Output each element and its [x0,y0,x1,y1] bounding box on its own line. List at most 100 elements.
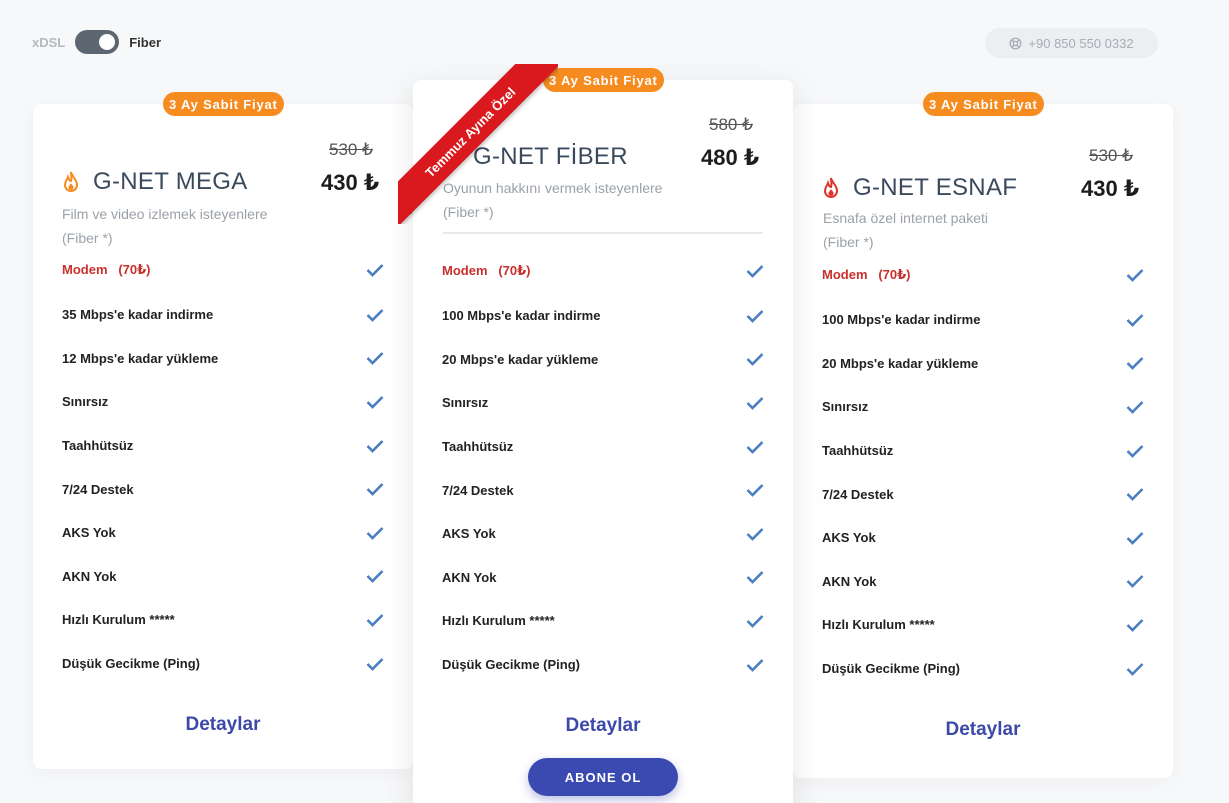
feature-row: Modem (70₺) [62,259,384,281]
check-icon [366,526,384,540]
fixed-price-badge: 3 Ay Sabit Fiyat [923,92,1044,116]
check-icon [366,614,384,627]
feature-label: Hızlı Kurulum ***** [442,613,555,629]
fixed-price-badge: 3 Ay Sabit Fiyat [163,92,284,116]
feature-row: Hızlı Kurulum ***** [62,598,384,642]
old-price: 580 ₺ [709,115,753,134]
leaf-icon [443,148,460,166]
check-icon [746,658,764,672]
feature-row: 100 Mbps'e kadar indirme [442,294,764,338]
check-icon [746,397,764,410]
feature-label: 12 Mbps'e kadar yükleme [62,350,219,366]
feature-row: 100 Mbps'e kadar indirme [822,298,1144,342]
check-icon [1126,575,1144,589]
check-icon [366,439,384,453]
feature-label: Sınırsız [442,395,489,411]
plan-description: Oyunun hakkını vermek isteyenlere (Fiber… [443,176,662,224]
feature-label: Modem (70₺) [442,263,531,278]
old-price: 530 ₺ [329,140,373,159]
feature-row: 35 Mbps'e kadar indirme [62,293,384,337]
feature-row: Düşük Gecikme (Ping) [822,647,1144,691]
check-icon [1126,619,1144,632]
ribbon-fold [398,200,412,214]
feature-row: Düşük Gecikme (Ping) [62,642,384,686]
switch-knob [99,34,116,50]
feature-row: Sınırsız [822,385,1144,429]
check-icon [366,570,384,584]
feature-label: AKN Yok [442,569,497,585]
feature-label: AKS Yok [822,530,876,546]
plan-name: G-NET ESNAF [853,174,1018,201]
check-icon [746,484,764,498]
price: 480 ₺ [701,145,760,170]
check-icon [366,308,384,322]
plan-type-toggle: xDSL Fiber [32,30,161,54]
plan-card-esnaf: 3 Ay Sabit Fiyat 530 ₺ 430 ₺ G-NET ESNAF… [793,92,1173,778]
feature-label: Hızlı Kurulum ***** [62,612,175,628]
feature-label: AKN Yok [62,568,117,584]
plan-card-mega: 3 Ay Sabit Fiyat 530 ₺ 430 ₺ G-NET MEGA … [33,92,413,769]
check-icon [1126,357,1144,371]
plan-description: Esnafa özel internet paketi (Fiber *) [823,206,988,254]
feature-label: Düşük Gecikme (Ping) [822,661,960,677]
feature-row: Sınırsız [442,381,764,425]
check-icon [746,571,764,585]
feature-label: Sınırsız [822,399,869,415]
subscribe-button[interactable]: ABONE OL [528,758,678,796]
feature-label: Hızlı Kurulum ***** [822,617,935,633]
feature-row: AKN Yok [822,560,1144,604]
price: 430 ₺ [321,170,380,195]
feature-list: Modem (70₺) 35 Mbps'e kadar indirme 12 M… [62,259,384,685]
old-price: 530 ₺ [1089,146,1133,165]
check-icon [1126,269,1144,282]
description-line: Oyunun hakkını vermek isteyenlere [443,180,663,196]
plan-title: G-NET FİBER [441,143,628,171]
check-icon [1126,444,1144,458]
phone-contact[interactable]: +90 850 550 0332 [985,28,1158,58]
feature-row: AKS Yok [62,511,384,555]
lifebuoy-icon [1009,37,1022,49]
feature-row: 20 Mbps'e kadar yükleme [822,342,1144,386]
plan-description: Film ve video izlemek isteyenlere (Fiber… [62,202,267,250]
feature-label: 7/24 Destek [442,482,514,498]
feature-row: 20 Mbps'e kadar yükleme [442,338,764,382]
feature-row: Hızlı Kurulum ***** [822,603,1144,647]
feature-label: 7/24 Destek [62,481,134,497]
phone-number: +90 850 550 0332 [1028,35,1134,51]
details-link[interactable]: Detaylar [413,715,793,737]
details-link[interactable]: Detaylar [33,714,413,736]
feature-row: Taahhütsüz [62,424,384,468]
feature-row: AKN Yok [442,556,764,600]
toggle-label-xdsl[interactable]: xDSL [32,35,65,50]
feature-label: Taahhütsüz [822,443,894,459]
feature-label: Taahhütsüz [442,439,514,455]
details-link[interactable]: Detaylar [793,719,1173,741]
description-sub: (Fiber *) [62,230,113,246]
check-icon [1126,401,1144,414]
feature-row: 12 Mbps'e kadar yükleme [62,337,384,381]
feature-row: AKS Yok [822,516,1144,560]
feature-label: Sınırsız [62,394,109,410]
flame-icon [63,171,79,192]
feature-label: 7/24 Destek [822,486,894,502]
feature-label: 100 Mbps'e kadar indirme [822,312,981,328]
check-icon [1126,488,1144,502]
feature-label: 20 Mbps'e kadar yükleme [822,355,979,371]
feature-row: AKS Yok [442,512,764,556]
feature-label: AKN Yok [822,573,877,589]
check-icon [746,353,764,367]
feature-list: Modem (70₺) 100 Mbps'e kadar indirme 20 … [442,260,764,686]
check-icon [746,265,764,278]
feature-label: Modem (70₺) [62,262,151,277]
plan-card-fiber: 3 Ay Sabit Fiyat 580 ₺ 480 ₺ G-NET FİBER… [413,68,793,803]
flame-icon [823,177,839,198]
feature-row: Hızlı Kurulum ***** [442,599,764,643]
feature-row: Taahhütsüz [442,425,764,469]
plan-type-switch[interactable] [75,30,120,54]
toggle-label-fiber[interactable]: Fiber [129,35,161,50]
feature-label: Düşük Gecikme (Ping) [442,657,580,673]
feature-row: Taahhütsüz [822,429,1144,473]
description-line: Esnafa özel internet paketi [823,210,988,226]
check-icon [366,483,384,497]
feature-row: 7/24 Destek [62,467,384,511]
